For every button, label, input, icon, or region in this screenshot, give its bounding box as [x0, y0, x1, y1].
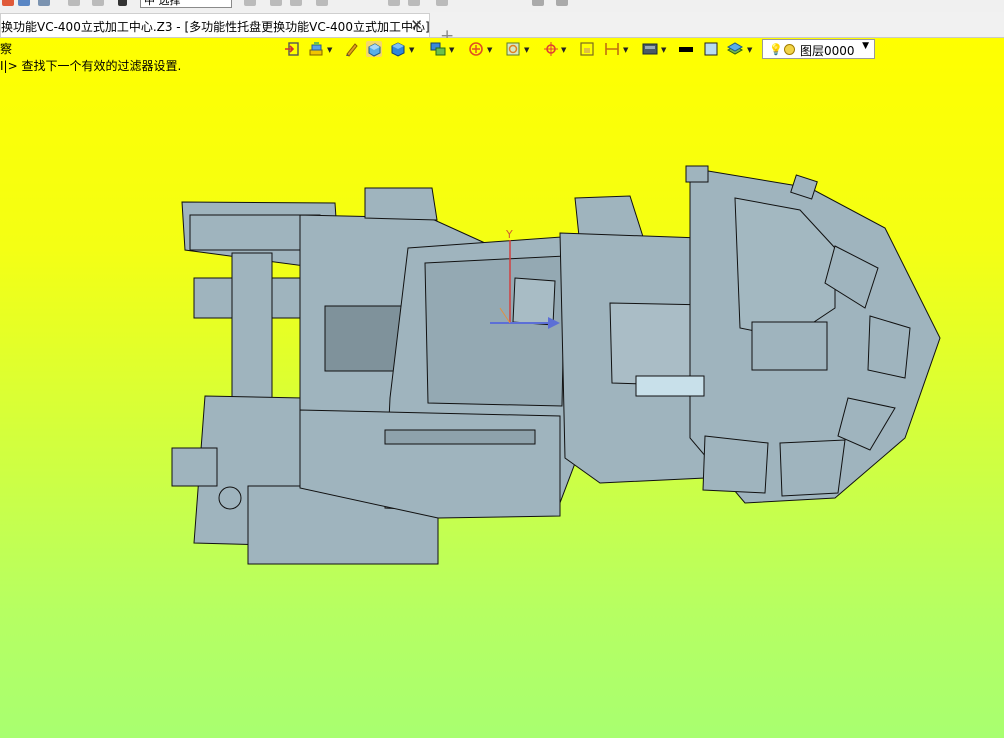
layer-manager-icon[interactable] — [727, 41, 743, 57]
view-mode-label: 察 — [0, 42, 13, 56]
chevron-down-icon[interactable]: ▼ — [862, 41, 869, 51]
arc-tool-icon[interactable] — [290, 0, 302, 6]
close-tab-icon[interactable]: ✕ — [410, 16, 423, 34]
line-tool-icon[interactable] — [316, 0, 328, 6]
3d-viewport[interactable]: Y 察 I|> 查找下一个有效的过滤器设置. ▼ ▼ ▼ ▼ ▼ ▼ ▼ ▼ ▼… — [0, 38, 1004, 738]
pocket-5 — [702, 435, 769, 494]
draw-tool-icon[interactable] — [270, 0, 282, 6]
wireframe-dropdown-icon[interactable]: ▼ — [524, 46, 529, 54]
exit-icon[interactable] — [284, 41, 300, 57]
filter-icon[interactable] — [118, 0, 127, 6]
line-color-icon[interactable] — [678, 41, 694, 57]
circle-tool-2-icon[interactable] — [408, 0, 420, 6]
layer-select-value: 图层0000 — [800, 44, 855, 58]
control-box — [751, 321, 828, 371]
shaded-view-icon[interactable] — [366, 41, 382, 57]
section-view-icon[interactable] — [579, 41, 595, 57]
snap-point-icon[interactable] — [543, 41, 559, 57]
pick-tool-icon[interactable] — [244, 0, 256, 6]
worktable — [424, 255, 566, 407]
display-mode-icon[interactable] — [642, 41, 658, 57]
settings-icon[interactable] — [532, 0, 544, 6]
display-mode-dropdown-icon[interactable]: ▼ — [661, 46, 666, 54]
spindle-head — [324, 305, 406, 372]
layer-select[interactable]: 💡 图层0000 ▼ — [762, 39, 875, 59]
gear-icon[interactable] — [556, 0, 568, 6]
render-dropdown-icon[interactable]: ▼ — [487, 46, 492, 54]
redo-icon[interactable] — [92, 0, 104, 6]
chip-conveyor — [384, 429, 536, 445]
undo-icon[interactable] — [68, 0, 80, 6]
layer-manager-dropdown-icon[interactable]: ▼ — [747, 46, 752, 54]
selection-mode-value: 选择 — [158, 0, 181, 7]
fill-color-icon[interactable] — [703, 41, 719, 57]
snap-point-dropdown-icon[interactable]: ▼ — [561, 46, 566, 54]
solid-cube-dropdown-icon[interactable]: ▼ — [409, 46, 414, 54]
layer-stack-icon[interactable] — [308, 41, 324, 57]
view-orient-dropdown-icon[interactable]: ▼ — [449, 46, 454, 54]
machine-model: Y — [171, 165, 941, 565]
layer-stack-dropdown-icon[interactable]: ▼ — [327, 46, 332, 54]
upper-cap — [364, 187, 438, 221]
render-icon[interactable] — [468, 41, 484, 57]
selection-mode-combo[interactable]: 中 选择 — [140, 0, 232, 8]
circle-tool-icon[interactable] — [388, 0, 400, 6]
light-bulb-icon[interactable]: 💡 — [769, 43, 783, 56]
pocket-4 — [779, 439, 846, 497]
dimension-icon[interactable] — [604, 41, 620, 57]
view-orient-icon[interactable] — [430, 41, 446, 57]
status-message: I|> 查找下一个有效的过滤器设置. — [0, 59, 182, 73]
solid-cube-icon[interactable] — [390, 41, 406, 57]
drain-wheel — [218, 486, 242, 510]
document-tab-title: 换功能VC-400立式加工中心.Z3 - [多功能性托盘更换功能VC-400立式… — [1, 20, 430, 34]
wireframe-icon[interactable] — [505, 41, 521, 57]
save-icon[interactable] — [18, 0, 30, 6]
layer-color-icon — [784, 44, 795, 55]
document-tab-bar: 换功能VC-400立式加工中心.Z3 - [多功能性托盘更换功能VC-400立式… — [0, 12, 1004, 46]
print-icon[interactable] — [38, 0, 50, 6]
light-patch — [635, 375, 705, 397]
selection-mode-prefix: 中 — [144, 0, 155, 7]
left-motor — [171, 447, 218, 487]
point-tool-icon[interactable] — [436, 0, 448, 6]
dimension-dropdown-icon[interactable]: ▼ — [623, 46, 628, 54]
monitor-left — [685, 165, 709, 183]
pencil-icon[interactable] — [344, 41, 360, 57]
document-tab[interactable]: 换功能VC-400立式加工中心.Z3 - [多功能性托盘更换功能VC-400立式… — [0, 13, 430, 37]
left-frame — [231, 252, 273, 414]
app-icon[interactable] — [2, 0, 14, 6]
axis-y-label: Y — [505, 228, 513, 241]
